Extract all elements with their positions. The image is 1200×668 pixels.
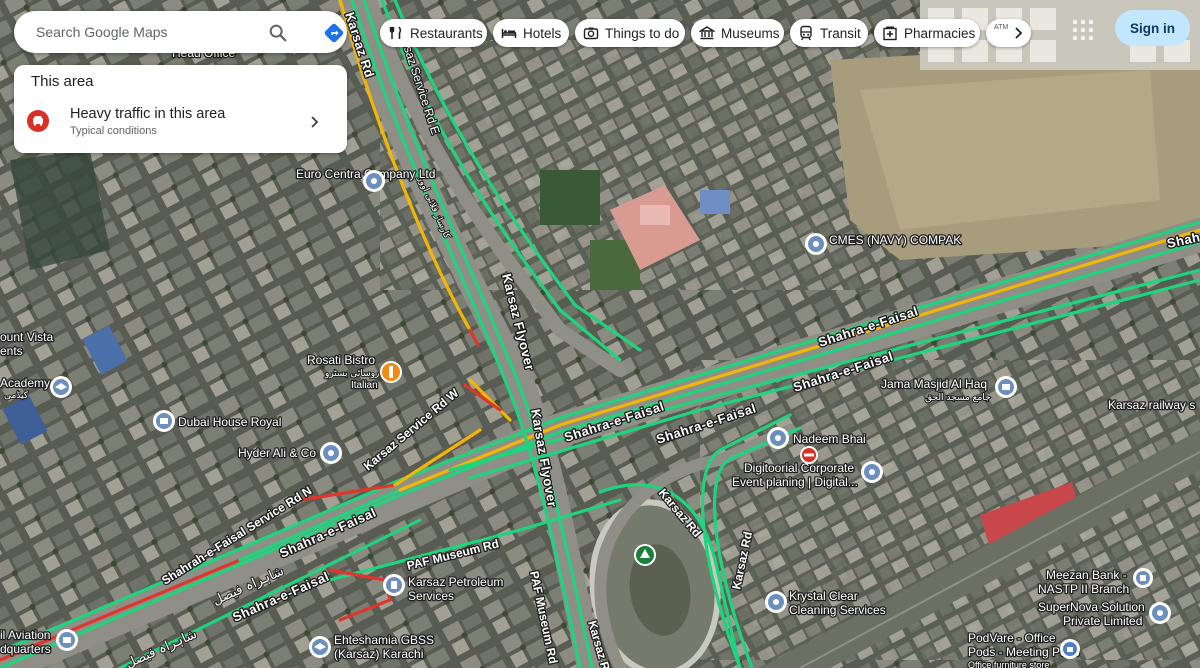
place-label: ents xyxy=(0,344,23,358)
place-label: Dubai House Royal xyxy=(178,415,281,429)
place-pin[interactable] xyxy=(363,170,385,192)
store-pin[interactable] xyxy=(1060,639,1080,659)
road-label: Karsaz railway s xyxy=(1108,398,1195,412)
apps-grid-icon[interactable] xyxy=(1070,17,1096,43)
road-closed-icon[interactable] xyxy=(800,446,818,464)
search-box[interactable] xyxy=(14,11,347,53)
chip-hotels[interactable]: Hotels xyxy=(493,19,569,47)
place-pin[interactable] xyxy=(767,427,789,449)
place-label: Office furniture store xyxy=(968,660,1049,668)
chips-more-button[interactable]: ATM xyxy=(986,19,1031,47)
bed-icon xyxy=(501,29,517,38)
chip-restaurants[interactable]: Restaurants xyxy=(380,19,487,47)
chip-museums[interactable]: Museums xyxy=(691,19,784,47)
directions-icon[interactable] xyxy=(323,22,345,44)
museum-pin[interactable] xyxy=(56,629,78,651)
chip-things-to-do[interactable]: Things to do xyxy=(575,19,685,47)
place-label: ount Vista xyxy=(0,330,53,344)
place-label: Rosati Bistro xyxy=(307,353,375,367)
pharmacy-icon xyxy=(883,26,897,41)
place-pin[interactable] xyxy=(1149,602,1171,624)
gas-station-pin[interactable] xyxy=(383,574,405,596)
train-icon xyxy=(800,25,812,41)
place-label: Digitoorial Corporate xyxy=(744,461,854,475)
traffic-title: Heavy traffic in this area xyxy=(70,106,226,122)
chip-label: Things to do xyxy=(605,25,680,41)
fork-knife-icon xyxy=(389,26,402,39)
place-pin[interactable] xyxy=(805,233,827,255)
area-info-card: This area Heavy traffic in this area Typ… xyxy=(14,65,347,153)
chip-transit[interactable]: Transit xyxy=(790,19,868,47)
place-label: Cleaning Services xyxy=(789,603,886,617)
restaurant-pin[interactable] xyxy=(380,361,402,383)
park-pin[interactable] xyxy=(634,544,656,566)
place-label-urdu: کیڈمی xyxy=(4,391,29,401)
place-label: (Karsaz) Karachi xyxy=(334,647,423,661)
place-label-urdu: جامع مسجد الحق xyxy=(925,393,991,403)
bank-pin[interactable] xyxy=(1133,568,1153,588)
place-label: Jama Masjid Al Haq xyxy=(881,377,987,391)
mosque-pin[interactable] xyxy=(995,376,1017,398)
school-pin[interactable] xyxy=(50,376,72,398)
place-pin[interactable] xyxy=(765,591,787,613)
place-label-urdu: روساٹی بسٹرو xyxy=(324,369,379,379)
chevron-right-icon xyxy=(311,116,319,128)
museum-pin[interactable] xyxy=(153,410,175,432)
traffic-subtitle: Typical conditions xyxy=(70,125,157,137)
place-label: il Aviation xyxy=(0,628,50,642)
place-label: Meezan Bank - xyxy=(1046,568,1127,582)
school-pin[interactable] xyxy=(309,636,331,658)
place-label: dquarters xyxy=(0,642,51,656)
place-pin[interactable] xyxy=(861,461,883,483)
place-label: Nadeem Bhai xyxy=(793,432,866,446)
chip-label: Hotels xyxy=(523,25,562,41)
place-label: Event planing | Digital... xyxy=(732,475,858,489)
place-label: Private Limited xyxy=(1063,614,1142,628)
place-label: NASTP II Branch xyxy=(1038,582,1129,596)
search-input[interactable] xyxy=(34,23,258,41)
place-pin[interactable] xyxy=(320,442,342,464)
chip-label: Restaurants xyxy=(410,25,483,41)
museum-icon xyxy=(699,26,715,40)
chevron-right-icon xyxy=(1015,27,1023,39)
place-label: SuperNova Solution xyxy=(1038,600,1145,614)
chip-label: Museums xyxy=(721,25,780,41)
place-label: Services xyxy=(408,589,454,603)
traffic-info-row[interactable]: Heavy traffic in this area Typical condi… xyxy=(14,98,347,150)
camera-icon xyxy=(583,27,599,40)
chip-partial-label: ATM xyxy=(994,24,1009,31)
place-label: Karsaz Petroleum xyxy=(408,575,503,589)
chip-label: Pharmacies xyxy=(904,25,976,41)
sign-in-button[interactable]: Sign in xyxy=(1115,10,1190,46)
car-icon xyxy=(27,110,49,132)
chip-label: Transit xyxy=(820,25,861,41)
card-title: This area xyxy=(31,73,94,90)
place-label: Italian xyxy=(351,380,378,391)
place-label: Krystal Clear xyxy=(789,589,858,603)
place-label: Academy xyxy=(0,376,50,390)
search-icon[interactable] xyxy=(267,22,289,44)
place-label: Ehteshamia GBSS xyxy=(334,633,434,647)
place-label: PodVare - Office xyxy=(968,631,1056,645)
chip-pharmacies[interactable]: Pharmacies xyxy=(874,19,980,47)
place-label: CMES (NAVY) COMPAK xyxy=(829,233,961,247)
place-label: Hyder Ali & Co xyxy=(238,446,316,460)
